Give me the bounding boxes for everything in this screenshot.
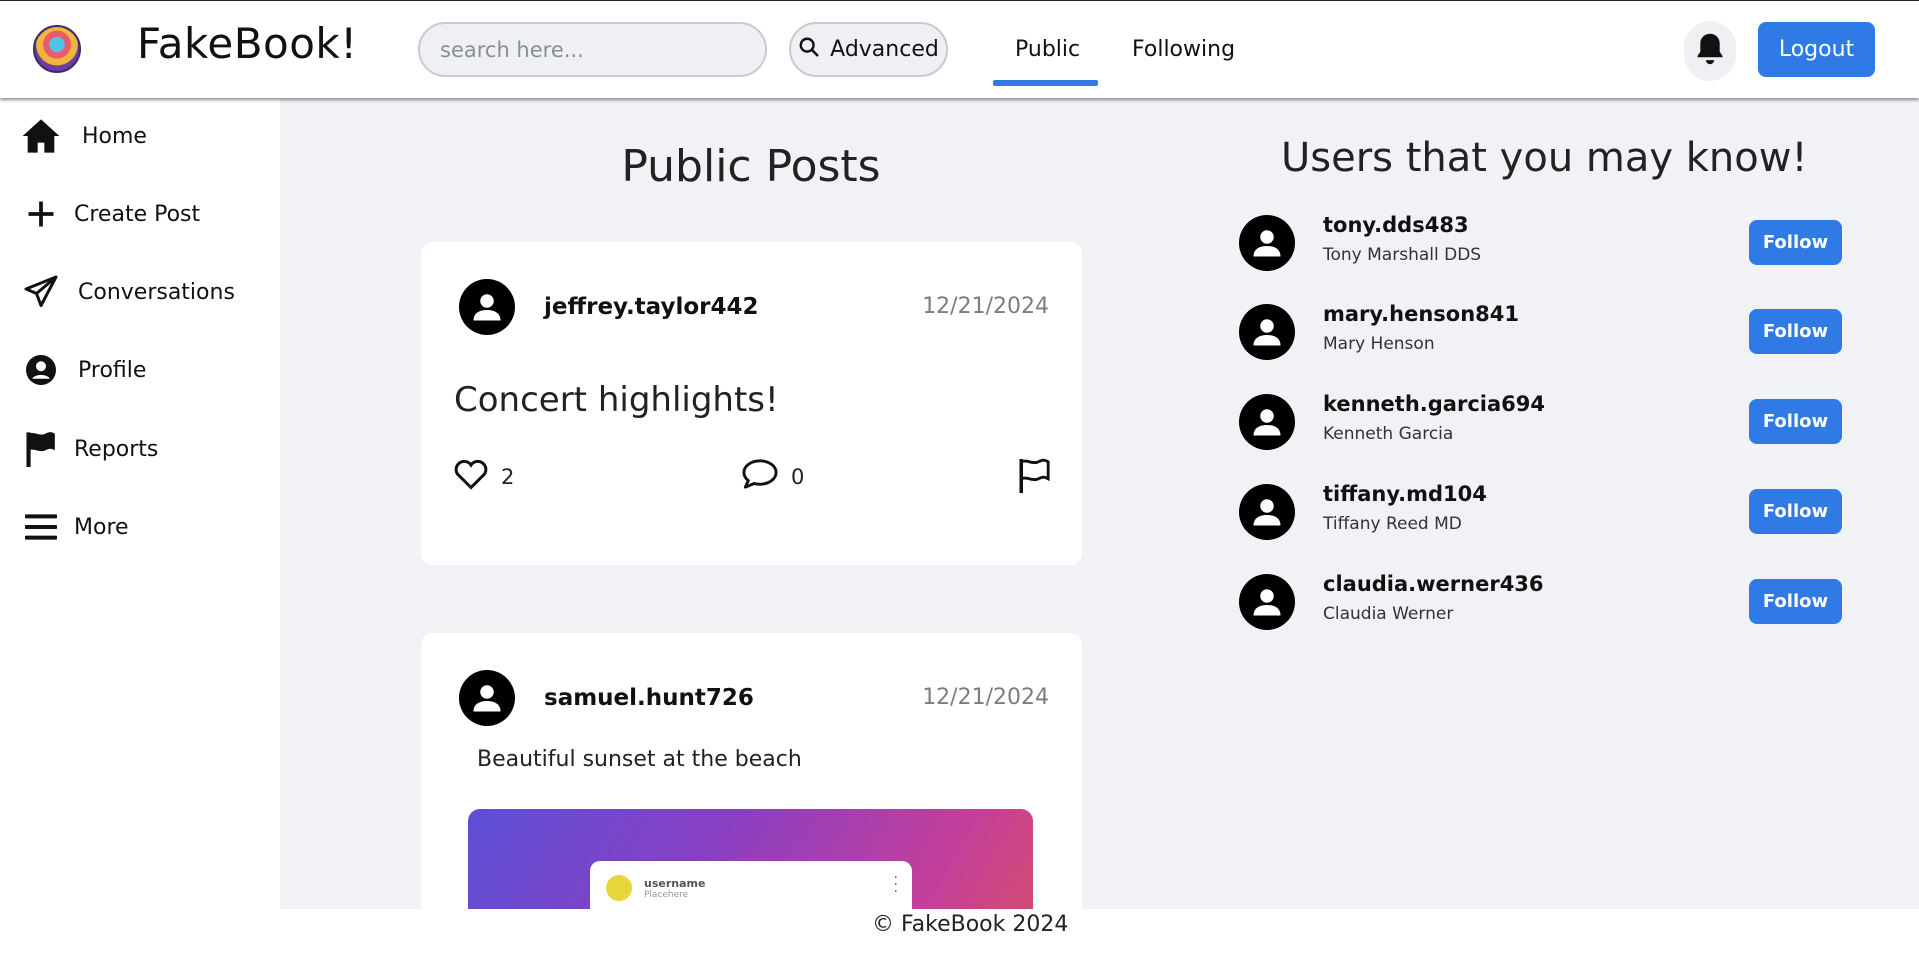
- suggested-full-name: Claudia Werner: [1323, 604, 1454, 624]
- avatar[interactable]: [459, 279, 515, 335]
- footer-copyright: © FakeBook 2024: [872, 912, 1069, 937]
- plus-icon: [20, 193, 62, 235]
- notifications-button[interactable]: [1684, 21, 1736, 81]
- sidebar: Home Create Post Conversations Profile R…: [0, 99, 280, 909]
- post-card: samuel.hunt726 12/21/2024 Beautiful suns…: [421, 633, 1082, 909]
- suggested-full-name: Tiffany Reed MD: [1323, 514, 1462, 534]
- follow-button[interactable]: Follow: [1749, 489, 1842, 534]
- sidebar-item-label: Conversations: [78, 279, 235, 305]
- sidebar-item-label: More: [74, 514, 129, 540]
- suggested-full-name: Kenneth Garcia: [1323, 424, 1454, 444]
- follow-button[interactable]: Follow: [1749, 399, 1842, 444]
- suggested-full-name: Tony Marshall DDS: [1323, 245, 1482, 265]
- home-icon: [20, 115, 62, 157]
- sidebar-item-reports[interactable]: Reports: [20, 428, 158, 470]
- active-tab-indicator: [993, 80, 1098, 86]
- report-post-button[interactable]: [1017, 457, 1051, 500]
- main-content: Public Posts jeffrey.taylor442 12/21/202…: [280, 99, 1919, 909]
- user-circle-icon: [20, 349, 62, 391]
- sidebar-item-create-post[interactable]: Create Post: [20, 193, 200, 235]
- avatar[interactable]: [459, 670, 515, 726]
- suggested-username[interactable]: claudia.werner436: [1323, 572, 1544, 596]
- bell-icon: [1693, 31, 1727, 71]
- suggested-full-name: Mary Henson: [1323, 334, 1435, 354]
- avatar[interactable]: [1239, 215, 1295, 271]
- post-date: 12/21/2024: [922, 294, 1049, 319]
- avatar[interactable]: [1239, 574, 1295, 630]
- follow-button[interactable]: Follow: [1749, 579, 1842, 624]
- mock-username: username: [644, 877, 706, 890]
- flag-icon: [20, 428, 62, 470]
- suggested-user: mary.henson841 Mary Henson Follow: [1239, 302, 1844, 362]
- advanced-search-button[interactable]: Advanced: [789, 22, 948, 77]
- like-count: 2: [501, 464, 515, 489]
- menu-icon: [20, 506, 62, 548]
- mock-avatar: [606, 875, 632, 901]
- post-text: Beautiful sunset at the beach: [477, 747, 802, 772]
- avatar[interactable]: [1239, 394, 1295, 450]
- post-username[interactable]: jeffrey.taylor442: [544, 294, 759, 320]
- sidebar-item-profile[interactable]: Profile: [20, 349, 146, 391]
- post-date: 12/21/2024: [922, 685, 1049, 710]
- sidebar-item-label: Create Post: [74, 201, 201, 227]
- top-navbar: FakeBook! Advanced Public Following Logo…: [0, 0, 1919, 98]
- tab-public[interactable]: Public: [1015, 37, 1080, 62]
- follow-button[interactable]: Follow: [1749, 220, 1842, 265]
- comment-icon: [741, 457, 779, 496]
- brand-title[interactable]: FakeBook!: [137, 19, 358, 68]
- suggested-username[interactable]: mary.henson841: [1323, 302, 1519, 326]
- post-image[interactable]: username Placehere · · ·: [468, 809, 1033, 909]
- post-username[interactable]: samuel.hunt726: [544, 685, 754, 711]
- avatar[interactable]: [1239, 304, 1295, 360]
- sidebar-item-label: Home: [82, 123, 147, 149]
- sidebar-item-label: Profile: [78, 357, 147, 383]
- paper-plane-icon: [20, 271, 62, 313]
- suggested-user: tiffany.md104 Tiffany Reed MD Follow: [1239, 482, 1844, 542]
- logout-button[interactable]: Logout: [1758, 22, 1875, 77]
- post-text: Concert highlights!: [454, 380, 779, 420]
- footer: © FakeBook 2024: [280, 909, 1919, 966]
- sidebar-item-label: Reports: [74, 436, 159, 462]
- tab-following[interactable]: Following: [1132, 37, 1235, 62]
- mock-subtitle: Placehere: [644, 890, 689, 900]
- advanced-label: Advanced: [830, 37, 939, 62]
- suggested-user: claudia.werner436 Claudia Werner Follow: [1239, 572, 1844, 632]
- comment-count: 0: [791, 464, 805, 489]
- suggested-user: kenneth.garcia694 Kenneth Garcia Follow: [1239, 392, 1844, 452]
- page-title: Public Posts: [621, 141, 881, 192]
- flag-outline-icon: [1017, 457, 1051, 500]
- image-mock-card: username Placehere · · ·: [590, 861, 912, 909]
- post-card: jeffrey.taylor442 12/21/2024 Concert hig…: [421, 242, 1082, 565]
- sidebar-item-home[interactable]: Home: [20, 115, 147, 157]
- sidebar-item-conversations[interactable]: Conversations: [20, 271, 235, 313]
- heart-icon: [453, 457, 489, 496]
- avatar[interactable]: [1239, 484, 1295, 540]
- follow-button[interactable]: Follow: [1749, 309, 1842, 354]
- suggested-user: tony.dds483 Tony Marshall DDS Follow: [1239, 213, 1844, 273]
- comment-button[interactable]: 0: [741, 457, 804, 496]
- suggested-username[interactable]: tiffany.md104: [1323, 482, 1487, 506]
- suggested-username[interactable]: kenneth.garcia694: [1323, 392, 1545, 416]
- search-icon: [798, 36, 820, 64]
- like-button[interactable]: 2: [453, 457, 514, 496]
- sidebar-item-more[interactable]: More: [20, 506, 129, 548]
- search-input[interactable]: [418, 22, 767, 77]
- suggested-username[interactable]: tony.dds483: [1323, 213, 1469, 237]
- more-dots-icon: · · ·: [893, 870, 898, 900]
- logo-icon[interactable]: [33, 25, 81, 73]
- suggestions-title: Users that you may know!: [1281, 135, 1808, 181]
